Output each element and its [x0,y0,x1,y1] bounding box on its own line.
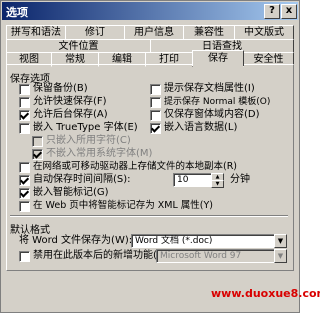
form-data-only-checkbox[interactable] [150,110,161,121]
default-format-heading: 默认格式 [10,225,50,236]
window-title: 选项 [6,6,28,19]
disable-features-dropdown-icon[interactable]: ▼ [274,249,287,263]
prompt-doc-props-checkbox[interactable] [150,84,161,95]
divider [10,215,288,217]
background-save-checkbox[interactable] [19,110,30,121]
keep-backup-label: 保留备份(B) [33,83,88,94]
tab-compatibility[interactable]: 兼容性 [183,25,235,40]
fast-save-checkbox[interactable] [19,97,30,108]
prompt-doc-props-label: 提示保存文档属性(I) [164,83,255,94]
save-as-label: 将 Word 文件保存为(W): [19,235,133,246]
no-common-fonts-checkbox[interactable] [32,149,43,160]
autosave-minutes-input[interactable]: 10 [173,173,215,187]
xml-attr-checkbox[interactable] [19,201,30,212]
watermark: www.duoxue8.com [211,287,320,300]
title-bar: 选项 ? x [2,2,298,20]
form-data-only-label: 仅保存窗体域内容(D) [164,109,260,120]
disable-features-select[interactable]: Microsoft Word 97 [156,249,276,263]
xml-attr-label: 在 Web 页中将智能标记存为 XML 属性(Y) [33,200,214,211]
smart-tags-label: 嵌入智能标记(G) [33,187,109,198]
embed-used-chars-label: 只嵌入所用字符(C) [46,135,131,146]
fast-save-label: 允许快速保存(F) [33,96,107,107]
tab-revisions[interactable]: 修订 [65,25,125,40]
autosave-checkbox[interactable] [19,175,30,186]
options-dialog: 选项 ? x 拼写和语法 修订 用户信息 兼容性 中文版式 文件位置 日语查找 … [0,0,320,313]
save-as-select[interactable]: Word 文档 (*.doc) [131,234,276,248]
embed-used-chars-checkbox[interactable] [32,136,43,147]
background-save-label: 允许后台保存(A) [33,109,108,120]
disable-features-checkbox[interactable] [19,251,30,262]
network-copy-label: 在网络或可移动驱动器上存储文件的本地副本(R) [33,161,238,172]
no-common-fonts-label: 不嵌入常用系统字体(M) [46,148,153,159]
save-as-dropdown-icon[interactable]: ▼ [274,234,287,248]
embed-truetype-label: 嵌入 TrueType 字体(E) [33,122,138,133]
smart-tags-checkbox[interactable] [19,188,30,199]
keep-backup-checkbox[interactable] [19,84,30,95]
close-button[interactable]: x [281,4,297,19]
prompt-normal-label: 提示保存 Normal 模板(O) [164,97,271,107]
disable-features-label: 禁用在此版本后的新增功能(L): [33,250,170,261]
embed-truetype-checkbox[interactable] [19,123,30,134]
help-button[interactable]: ? [264,4,280,19]
minutes-unit-label: 分钟 [230,174,250,185]
prompt-normal-checkbox[interactable] [150,97,161,108]
tab-save[interactable]: 保存 [192,50,244,66]
autosave-label: 自动保存时间间隔(S): [33,174,131,185]
spin-down-button[interactable]: ▼ [211,180,224,188]
embed-language-checkbox[interactable] [150,123,161,134]
tab-spelling[interactable]: 拼写和语法 [6,25,66,40]
tab-chinese-layout[interactable]: 中文版式 [234,25,294,40]
tab-user-info[interactable]: 用户信息 [124,25,184,40]
embed-language-label: 嵌入语言数据(L) [164,122,238,133]
network-copy-checkbox[interactable] [19,162,30,173]
